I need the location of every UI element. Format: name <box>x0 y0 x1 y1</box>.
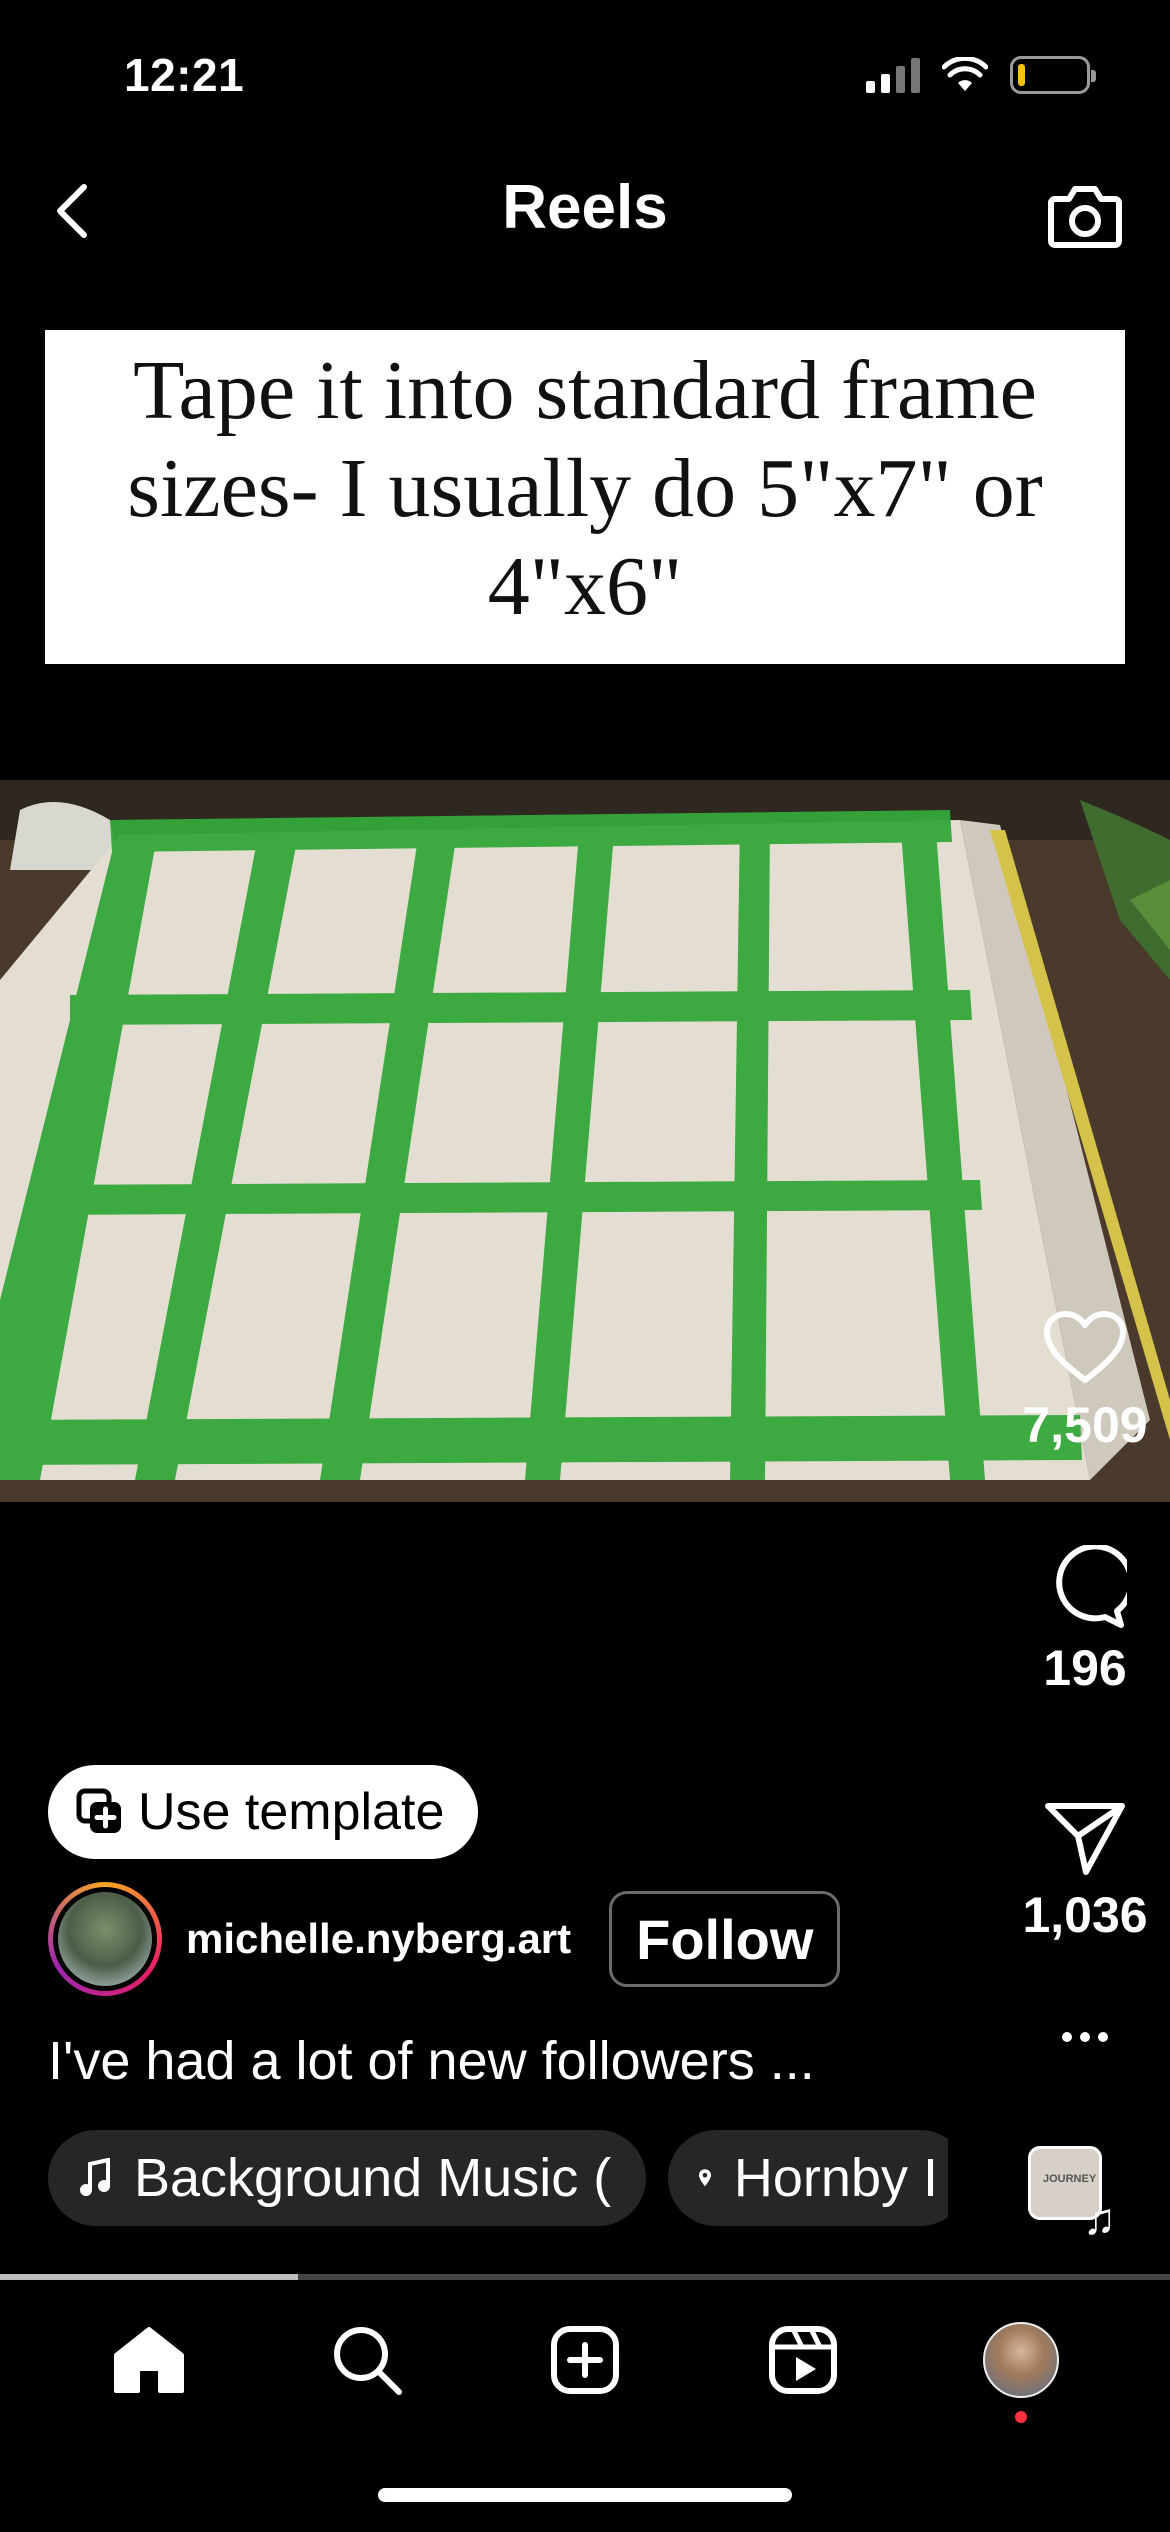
author-avatar[interactable] <box>48 1882 162 1996</box>
heart-icon <box>1044 1311 1126 1383</box>
home-indicator <box>378 2488 792 2502</box>
comment-action[interactable]: 196 <box>1000 1545 1170 1697</box>
search-icon <box>334 2327 402 2395</box>
music-note-icon <box>80 2158 110 2196</box>
notification-dot <box>1015 2411 1027 2423</box>
author-row: michelle.nyberg.art Follow <box>48 1882 841 1996</box>
use-template-button[interactable]: Use template <box>48 1765 479 1859</box>
bottom-tab-bar <box>0 2290 1170 2430</box>
video-caption-overlay: Tape it into standard frame sizes- I usu… <box>45 330 1125 664</box>
send-icon <box>1045 1803 1125 1875</box>
profile-avatar <box>983 2322 1059 2398</box>
follow-button[interactable]: Follow <box>609 1891 841 1987</box>
create-post-icon <box>551 2326 619 2394</box>
tab-search[interactable] <box>312 2305 422 2415</box>
page-title: Reels <box>502 173 668 242</box>
share-count: 1,036 <box>1022 1887 1148 1943</box>
like-action[interactable]: 7,509 <box>1000 1310 1170 1454</box>
music-note-icon: ♫ <box>1083 2195 1116 2244</box>
reel-video[interactable] <box>0 780 1170 1502</box>
like-count: 7,509 <box>1022 1397 1148 1453</box>
tab-home[interactable] <box>94 2305 204 2415</box>
use-template-label: Use template <box>138 1783 445 1841</box>
template-icon <box>76 1788 121 1833</box>
playback-progress[interactable] <box>0 2274 1170 2280</box>
tab-profile[interactable] <box>966 2305 1076 2423</box>
status-time: 12:21 <box>124 49 245 101</box>
more-horizontal-icon <box>1062 2032 1108 2042</box>
camera-button[interactable] <box>1040 170 1130 260</box>
camera-icon <box>1048 186 1122 248</box>
reels-icon <box>769 2326 837 2394</box>
audio-thumbnail-text: JOURNEY <box>1043 2173 1097 2185</box>
location-pin-icon <box>698 2169 711 2187</box>
comment-icon <box>1056 1545 1127 1628</box>
comment-count: 196 <box>1043 1640 1127 1696</box>
battery-icon <box>1010 56 1096 94</box>
tab-create[interactable] <box>530 2305 640 2415</box>
tab-reels[interactable] <box>748 2305 858 2415</box>
reel-description[interactable]: I've had a lot of new followers ... <box>48 2030 815 2092</box>
audio-chip-label: Background Music ( <box>134 2148 612 2208</box>
wifi-icon <box>942 57 988 91</box>
author-username[interactable]: michelle.nyberg.art <box>186 1915 571 1963</box>
location-chip[interactable]: Hornby I <box>668 2130 948 2226</box>
status-icons <box>866 56 1096 94</box>
more-options-button[interactable] <box>1000 2030 1170 2044</box>
home-icon <box>114 2327 184 2393</box>
share-action[interactable]: 1,036 <box>1000 1800 1170 1944</box>
video-frame-image <box>0 780 1170 1502</box>
cellular-signal-icon <box>866 57 920 93</box>
location-chip-label: Hornby I <box>733 2148 938 2208</box>
playback-progress-fill <box>0 2274 299 2280</box>
audio-chip[interactable]: Background Music ( <box>48 2130 646 2226</box>
reel-chips: Background Music ( Hornby I <box>48 2130 948 2226</box>
